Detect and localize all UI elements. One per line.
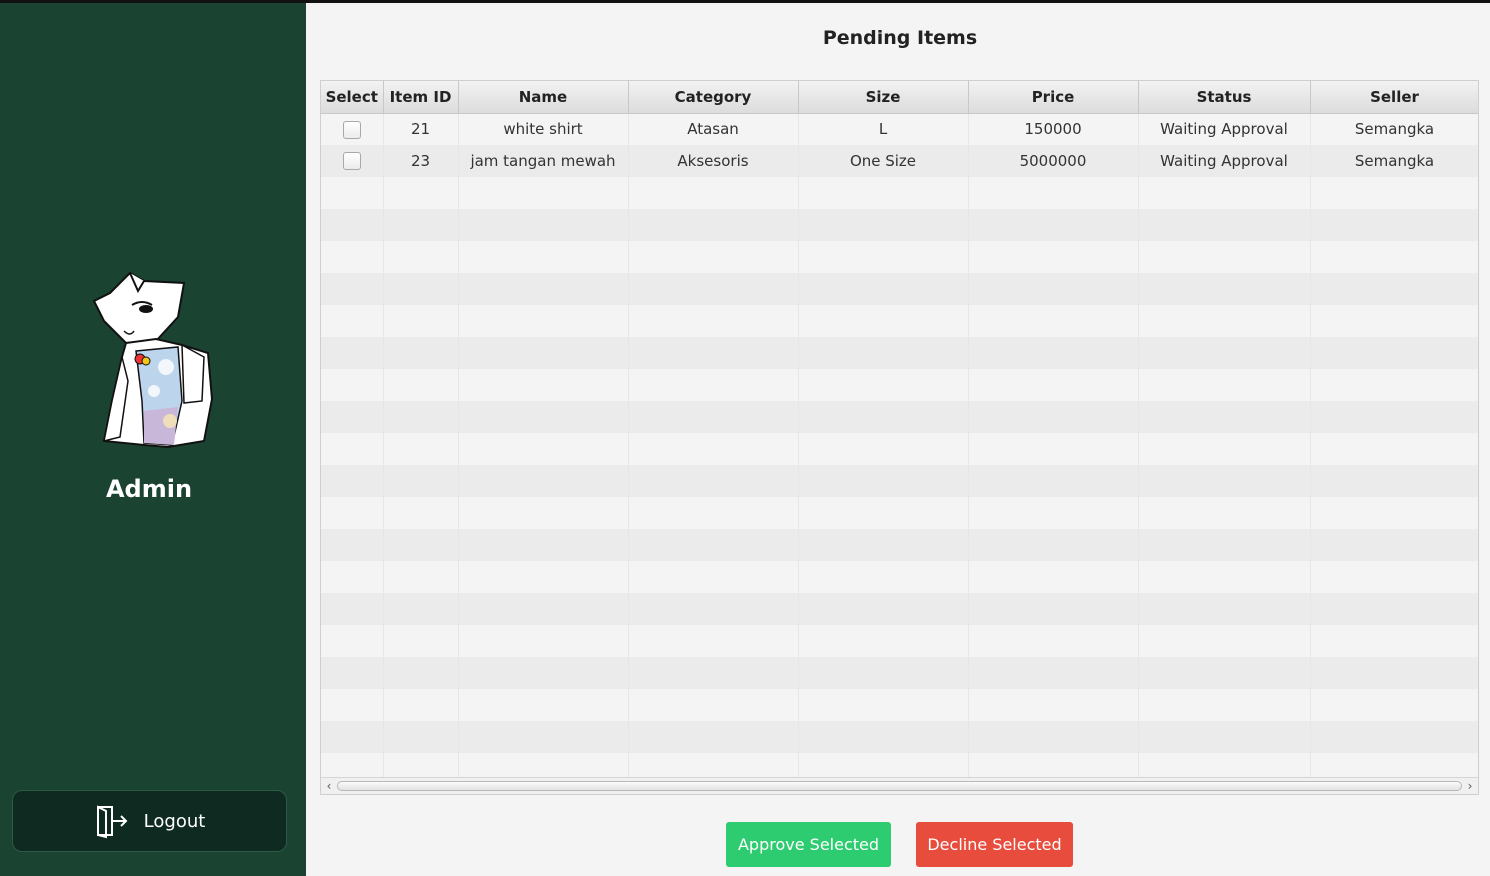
empty-table-row: [321, 337, 1478, 369]
column-header-size[interactable]: Size: [798, 81, 969, 114]
empty-table-row: [321, 305, 1478, 337]
empty-table-row: [321, 497, 1478, 529]
column-header-category[interactable]: Category: [628, 81, 799, 114]
cell-seller: Semangka: [1310, 113, 1478, 145]
empty-table-row: [321, 209, 1478, 241]
column-header-select[interactable]: Select: [321, 81, 384, 114]
main-panel: Pending Items Select Item ID Name Catego…: [306, 3, 1490, 876]
sidebar: Admin Logout: [0, 3, 306, 876]
cell-item-id: 23: [383, 145, 459, 177]
pending-items-table[interactable]: Select Item ID Name Category Size Price …: [320, 80, 1479, 795]
cell-status: Waiting Approval: [1138, 145, 1311, 177]
cell-name: white shirt: [458, 113, 629, 145]
row-select-checkbox[interactable]: [342, 152, 361, 171]
empty-table-row: [321, 177, 1478, 209]
empty-table-row: [321, 369, 1478, 401]
column-header-item-id[interactable]: Item ID: [383, 81, 459, 114]
empty-table-row: [321, 465, 1478, 497]
empty-table-row: [321, 529, 1478, 561]
empty-table-row: [321, 273, 1478, 305]
logout-button[interactable]: Logout: [12, 790, 287, 852]
horizontal-scrollbar[interactable]: ‹ ›: [321, 777, 1478, 794]
column-header-seller[interactable]: Seller: [1310, 81, 1478, 114]
table-row[interactable]: 23 jam tangan mewah Aksesoris One Size 5…: [321, 145, 1478, 177]
cell-category: Atasan: [628, 113, 799, 145]
empty-table-row: [321, 561, 1478, 593]
approve-selected-button[interactable]: Approve Selected: [726, 822, 891, 867]
scrollbar-thumb[interactable]: [337, 781, 1462, 791]
table-header-row: Select Item ID Name Category Size Price …: [321, 81, 1478, 114]
cell-seller: Semangka: [1310, 145, 1478, 177]
logout-door-icon: [96, 805, 128, 839]
empty-table-row: [321, 625, 1478, 657]
cell-size: One Size: [798, 145, 969, 177]
cell-price: 5000000: [968, 145, 1139, 177]
scroll-left-icon[interactable]: ‹: [322, 779, 336, 793]
cell-name: jam tangan mewah: [458, 145, 629, 177]
empty-table-row: [321, 721, 1478, 753]
column-header-price[interactable]: Price: [968, 81, 1139, 114]
page-title: Pending Items: [822, 27, 978, 49]
empty-table-row: [321, 401, 1478, 433]
column-header-name[interactable]: Name: [458, 81, 629, 114]
decline-selected-button[interactable]: Decline Selected: [916, 822, 1073, 867]
empty-table-row: [321, 593, 1478, 625]
logout-label: Logout: [143, 810, 206, 832]
admin-avatar: [92, 271, 214, 449]
username-label: Admin: [105, 475, 193, 503]
cell-price: 150000: [968, 113, 1139, 145]
empty-table-row: [321, 657, 1478, 689]
empty-table-row: [321, 689, 1478, 721]
empty-table-row: [321, 433, 1478, 465]
table-row[interactable]: 21 white shirt Atasan L 150000 Waiting A…: [321, 113, 1478, 145]
scroll-right-icon[interactable]: ›: [1463, 779, 1477, 793]
cell-size: L: [798, 113, 969, 145]
empty-table-row: [321, 241, 1478, 273]
cell-item-id: 21: [383, 113, 459, 145]
cell-category: Aksesoris: [628, 145, 799, 177]
column-header-status[interactable]: Status: [1138, 81, 1311, 114]
cell-status: Waiting Approval: [1138, 113, 1311, 145]
row-select-checkbox[interactable]: [342, 120, 361, 139]
